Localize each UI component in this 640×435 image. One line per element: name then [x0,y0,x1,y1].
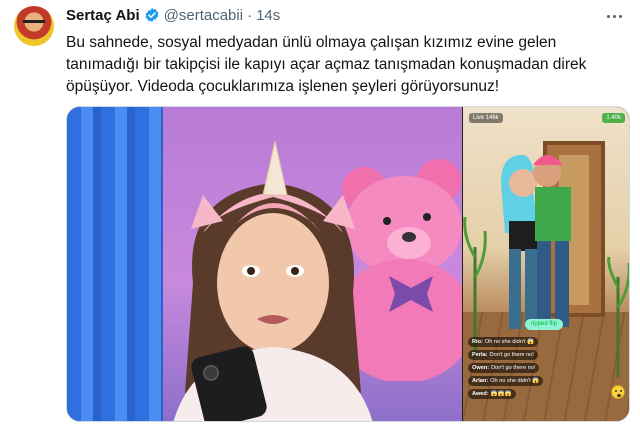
chat-message: Arlan: Oh no she didn't 😱 [468,376,544,386]
live-viewers-label: Live 146k [469,113,503,123]
avatar-glasses [23,20,45,26]
verified-badge-icon [145,8,159,22]
chat-message: Owen: Don't go there no! [468,363,540,373]
author-name[interactable]: Sertaç Abi [66,7,140,24]
surprised-emoji-icon[interactable] [611,385,625,399]
kissing-couple-avatars [501,154,571,329]
plant-right [607,257,629,377]
chat-message: Rio: Oh no she didn't 😱 [468,337,538,347]
chat-user: Owen: [472,365,490,371]
chat-text: Oh no she didn't 😱 [484,339,534,345]
chat-user: Rio: [472,339,483,345]
girl-with-unicorn-headband [173,140,373,421]
game-chat: Rio: Oh no she didn't 😱 Perla: Don't go … [468,337,590,402]
tweet-text: Bu sahnede, sosyal medyadan ünlü olmaya … [66,34,587,95]
chat-user: Awed: [472,391,489,397]
tweet-media[interactable]: Live 146k 1.40k ripped flip Rio: Oh no s… [66,106,630,422]
chat-text: Don't go there no! [491,365,536,371]
tweet-timestamp[interactable]: 14s [256,7,280,24]
phone-camera [201,363,221,383]
chat-text: Don't go there no! [489,352,534,358]
chat-message: Perla: Don't go there no! [468,350,538,360]
coins-counter: 1.40k [602,113,625,123]
chat-text: Oh no she didn't 😱 [490,378,540,384]
tweet-header: Sertaç Abi @sertacabii · 14s [66,6,280,24]
chat-user: Perla: [472,352,488,358]
author-avatar[interactable] [14,6,54,46]
chat-text: 😱😱😱 [490,391,512,397]
more-options-icon[interactable] [602,6,626,26]
video-frame-girl [67,107,463,421]
action-chip[interactable]: ripped flip [525,319,564,330]
video-frame-game: Live 146k 1.40k ripped flip Rio: Oh no s… [463,107,629,421]
author-handle[interactable]: @sertacabii [164,7,243,24]
chat-message: Awed: 😱😱😱 [468,389,516,399]
meta-separator: · [247,6,253,24]
chat-user: Arlan: [472,378,489,384]
